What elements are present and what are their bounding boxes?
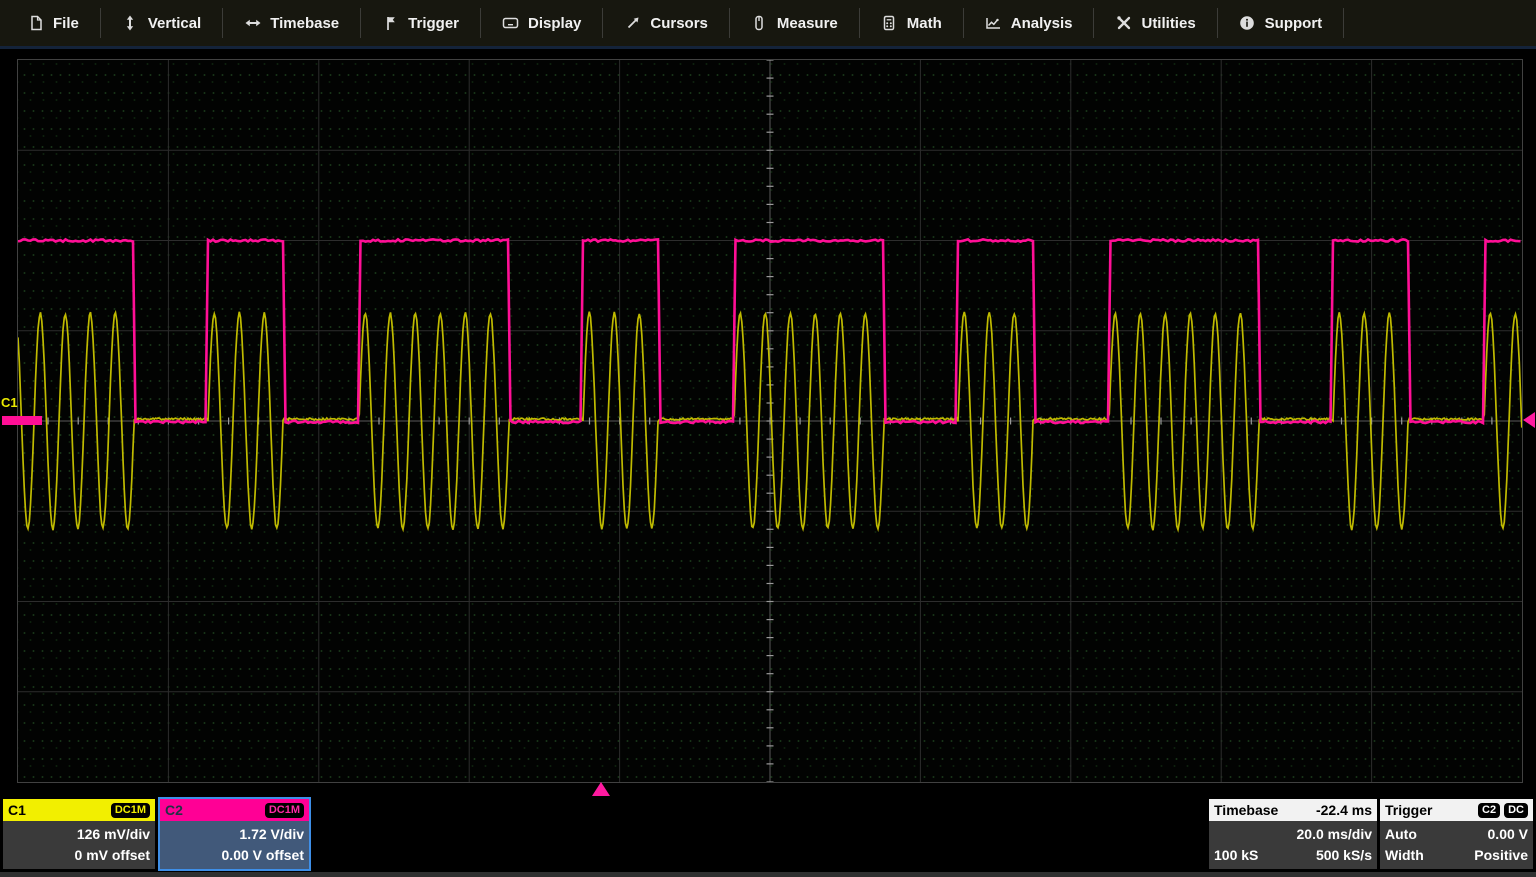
trigger-time-marker-icon[interactable] bbox=[592, 782, 610, 796]
c1-offset-marker[interactable]: C1 bbox=[1, 396, 18, 409]
horizontal-arrows-icon bbox=[244, 15, 261, 32]
timebase-descriptor[interactable]: Timebase -22.4 ms 20.0 ms/div 100 kS 500… bbox=[1209, 799, 1377, 869]
c2-body: 1.72 V/div 0.00 V offset bbox=[160, 821, 309, 869]
timebase-rate: 500 kS/s bbox=[1316, 848, 1372, 863]
menu-item-display[interactable]: Display bbox=[481, 8, 603, 38]
caliper-icon bbox=[751, 15, 768, 32]
menu-item-label: File bbox=[53, 15, 79, 32]
trigger-label: Trigger bbox=[1385, 802, 1432, 818]
c2-name: C2 bbox=[165, 802, 183, 818]
trigger-header: Trigger C2 DC bbox=[1380, 799, 1533, 821]
channel-c1-descriptor[interactable]: C1 DC1M 126 mV/div 0 mV offset bbox=[3, 799, 155, 869]
timebase-label: Timebase bbox=[1214, 802, 1278, 818]
c1-body: 126 mV/div 0 mV offset bbox=[3, 821, 155, 869]
menu-item-timebase[interactable]: Timebase bbox=[223, 8, 361, 38]
c1-header: C1 DC1M bbox=[3, 799, 155, 821]
calculator-icon bbox=[881, 15, 898, 32]
menu-item-label: Math bbox=[907, 15, 942, 32]
tools-icon bbox=[1115, 15, 1132, 32]
menu-item-trigger[interactable]: Trigger bbox=[361, 8, 481, 38]
waveform-plot bbox=[18, 60, 1522, 782]
c1-name: C1 bbox=[8, 802, 26, 818]
menu-item-analysis[interactable]: Analysis bbox=[964, 8, 1095, 38]
menu-item-label: Support bbox=[1265, 15, 1323, 32]
waveform-grid bbox=[17, 59, 1523, 783]
trigger-type: Width bbox=[1385, 848, 1424, 863]
menu-item-label: Vertical bbox=[148, 15, 201, 32]
c2-header: C2 DC1M bbox=[160, 799, 309, 821]
menu-item-label: Timebase bbox=[270, 15, 339, 32]
trigger-descriptor[interactable]: Trigger C2 DC Auto 0.00 V Width Positive bbox=[1380, 799, 1533, 869]
menu-item-cursors[interactable]: Cursors bbox=[603, 8, 730, 38]
chart-icon bbox=[985, 15, 1002, 32]
menu-item-label: Measure bbox=[777, 15, 838, 32]
vertical-arrows-icon bbox=[122, 15, 139, 32]
window-bottom-strip bbox=[0, 872, 1536, 877]
info-icon bbox=[1239, 15, 1256, 32]
timebase-header: Timebase -22.4 ms bbox=[1209, 799, 1377, 821]
display-icon bbox=[502, 15, 519, 32]
c1-offset: 0 mV offset bbox=[75, 848, 150, 863]
file-icon bbox=[27, 15, 44, 32]
flag-icon bbox=[382, 15, 399, 32]
menu-item-measure[interactable]: Measure bbox=[730, 8, 860, 38]
menu-item-label: Trigger bbox=[408, 15, 459, 32]
menu-item-label: Analysis bbox=[1011, 15, 1073, 32]
trigger-level: 0.00 V bbox=[1488, 827, 1528, 842]
menu-bar: File Vertical Timebase Trigger Display C… bbox=[0, 0, 1536, 49]
cursor-arrow-icon bbox=[624, 15, 641, 32]
c2-offset-marker[interactable] bbox=[2, 416, 42, 425]
timebase-samples: 100 kS bbox=[1214, 848, 1258, 863]
menu-item-label: Cursors bbox=[650, 15, 708, 32]
c2-coupling-badge: DC1M bbox=[265, 803, 304, 818]
trigger-mode: Auto bbox=[1385, 827, 1417, 842]
c1-vdiv: 126 mV/div bbox=[77, 827, 150, 842]
timebase-tdiv: 20.0 ms/div bbox=[1297, 827, 1373, 842]
trigger-slope: Positive bbox=[1474, 848, 1528, 863]
trigger-coupling-badge: DC bbox=[1504, 803, 1528, 818]
menu-item-label: Display bbox=[528, 15, 581, 32]
c2-vdiv: 1.72 V/div bbox=[239, 827, 304, 842]
channel-c2-descriptor[interactable]: C2 DC1M 1.72 V/div 0.00 V offset bbox=[158, 797, 311, 871]
menu-item-utilities[interactable]: Utilities bbox=[1094, 8, 1217, 38]
menu-item-file[interactable]: File bbox=[6, 8, 101, 38]
menu-item-label: Utilities bbox=[1141, 15, 1195, 32]
timebase-delay: -22.4 ms bbox=[1316, 802, 1372, 818]
trigger-body: Auto 0.00 V Width Positive bbox=[1380, 821, 1533, 869]
menu-item-vertical[interactable]: Vertical bbox=[101, 8, 223, 38]
menu-item-math[interactable]: Math bbox=[860, 8, 964, 38]
c1-coupling-badge: DC1M bbox=[111, 803, 150, 818]
timebase-body: 20.0 ms/div 100 kS 500 kS/s bbox=[1209, 821, 1377, 869]
menu-item-support[interactable]: Support bbox=[1218, 8, 1345, 38]
c2-offset: 0.00 V offset bbox=[222, 848, 304, 863]
trigger-level-marker-icon[interactable] bbox=[1523, 412, 1535, 428]
trigger-source-badge: C2 bbox=[1478, 803, 1500, 818]
